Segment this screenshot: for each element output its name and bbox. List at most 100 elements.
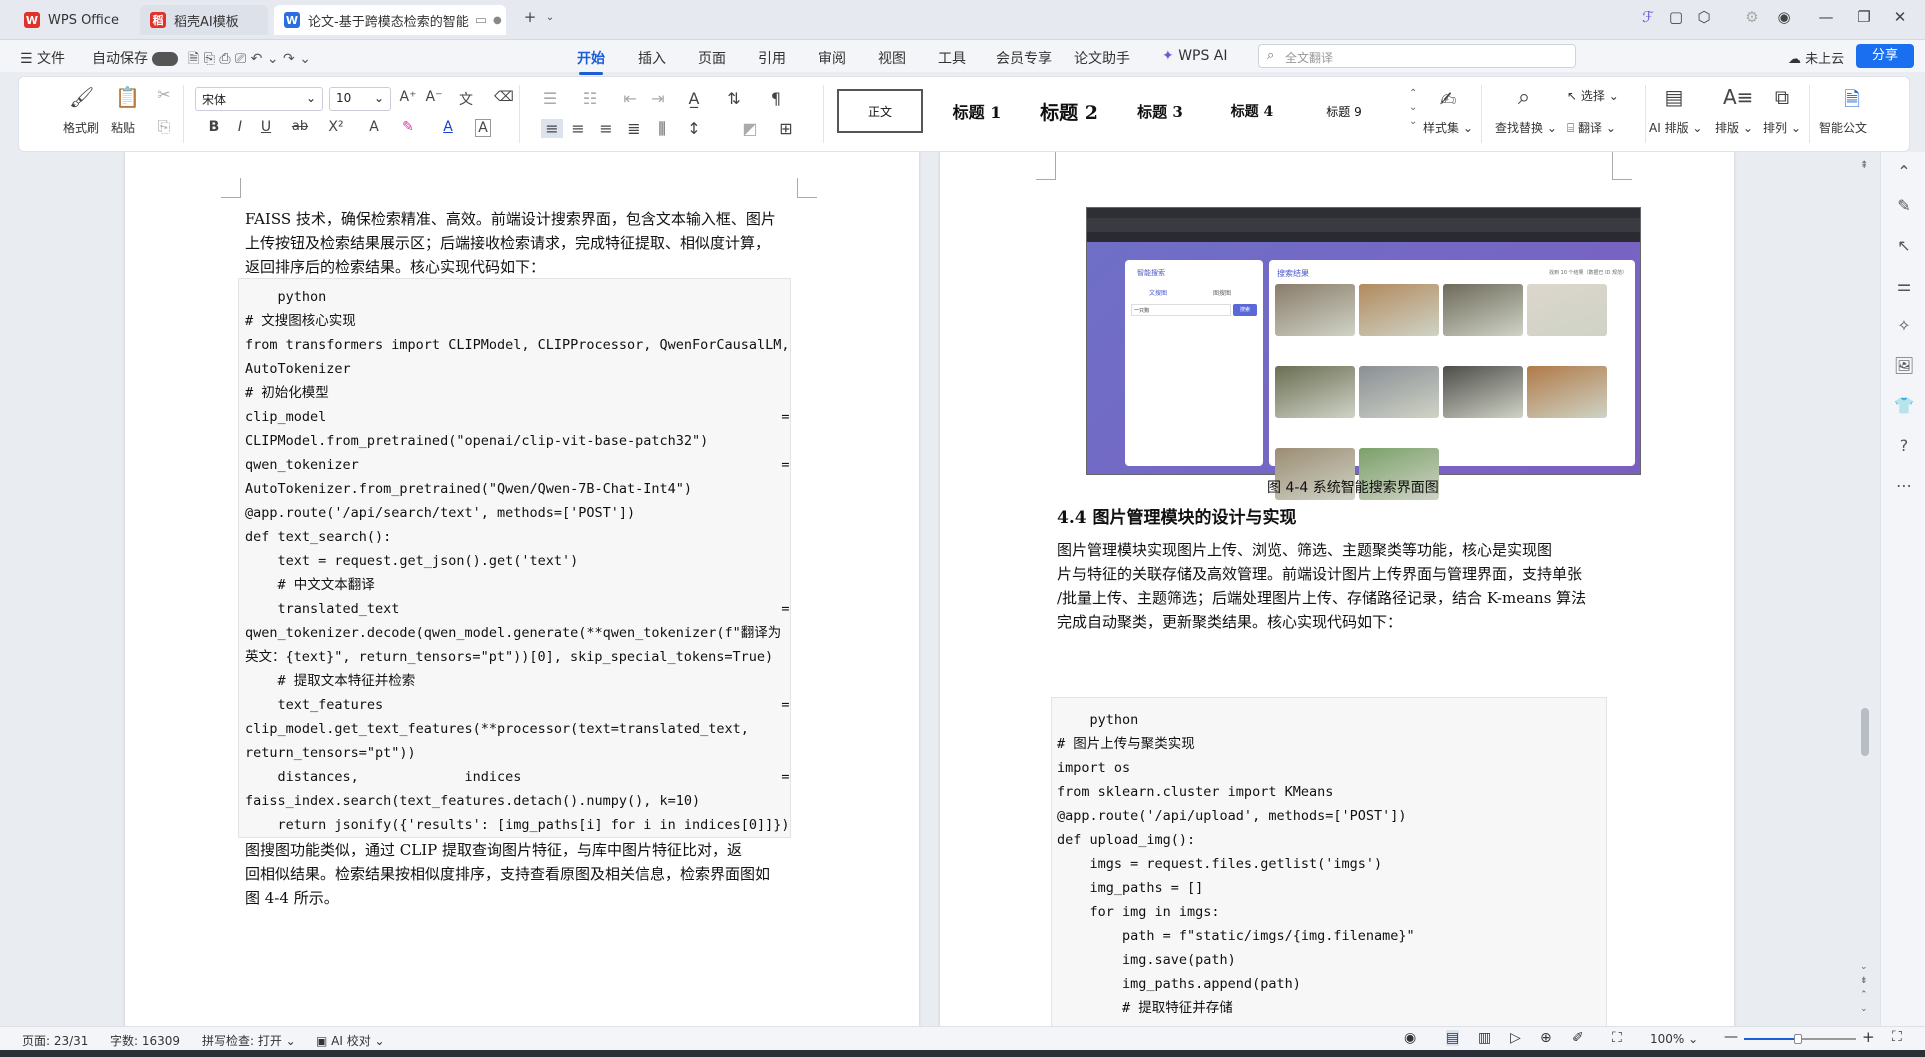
share-button[interactable]: 分享 (1856, 44, 1914, 68)
pointer-icon[interactable]: ↖ (1893, 236, 1915, 255)
style-set-icon[interactable]: ✍ (1437, 87, 1459, 111)
page-view-icon[interactable]: ▤ (1446, 1030, 1460, 1046)
vertical-scrollbar[interactable]: ⇞ ⌄ ⇟ ⌃ ⌄ (1852, 152, 1880, 1026)
menu-review[interactable]: 审阅 (818, 48, 846, 68)
word-count[interactable]: 字数: 16309 (110, 1032, 180, 1049)
bullet-list-icon[interactable]: ☰ (539, 89, 561, 108)
scroll-up-icon[interactable]: ⇞ (1860, 160, 1868, 171)
menu-page[interactable]: 页面 (698, 48, 726, 68)
find-icon[interactable]: ⌕ (1513, 85, 1535, 110)
justify-icon[interactable]: ≣ (623, 119, 645, 138)
layout-icon[interactable]: A≡ (1723, 85, 1753, 109)
cut-icon[interactable]: ✂ (153, 85, 175, 104)
find-replace-button[interactable]: 查找替换 ⌄ (1495, 119, 1557, 136)
style-set-button[interactable]: 样式集 ⌄ (1423, 119, 1473, 136)
style-heading9[interactable]: 标题 9 (1305, 89, 1383, 133)
line-spacing-icon[interactable]: ↕ (683, 119, 705, 138)
zoom-in-icon[interactable]: + (1862, 1028, 1875, 1046)
text-effect-icon[interactable]: A (363, 119, 385, 135)
minimize-icon[interactable]: — (1814, 8, 1838, 26)
font-size-select[interactable]: 10 ⌄ (329, 87, 391, 111)
shading-icon[interactable]: ◩ (739, 119, 761, 138)
cube-icon[interactable]: ⬡ (1692, 8, 1716, 26)
align-left-icon[interactable]: ≡ (541, 119, 563, 138)
quick-access-icons[interactable]: 🗎 ⎘ ⎙ ⎚ ↶ ⌄ ↷ ⌄ (188, 48, 311, 72)
align-right-icon[interactable]: ≡ (595, 119, 617, 138)
unsaved-dot-icon[interactable]: ● (493, 15, 502, 26)
distribute-icon[interactable]: ⫼ (651, 119, 673, 139)
shirt-icon[interactable]: 👕 (1893, 396, 1915, 415)
window-icon[interactable]: ▢ (1664, 8, 1688, 26)
magic-icon[interactable]: ✧ (1893, 316, 1915, 335)
play-icon[interactable]: ▷ (1510, 1030, 1521, 1046)
style-heading4[interactable]: 标题 4 (1213, 89, 1291, 133)
tab-wps-office[interactable]: W WPS Office (14, 5, 136, 35)
show-marks-icon[interactable]: ¶ (765, 89, 787, 108)
menu-view[interactable]: 视图 (878, 48, 906, 68)
figure-screenshot[interactable]: 智能搜索 文搜图 图搜图 一只狗 搜索 搜索结果 找到 10 个结果（数据已 I… (1086, 207, 1641, 500)
copy-icon[interactable]: ⎘ (153, 117, 175, 137)
style-heading1[interactable]: 标题 1 (937, 89, 1017, 133)
collapse-icon[interactable]: ⌃ (1893, 162, 1915, 181)
tab-docer[interactable]: 稻 稻壳AI模板 (140, 5, 268, 35)
ai-proofread[interactable]: ▣ AI 校对 ⌄ (316, 1032, 385, 1049)
grow-font-icon[interactable]: A⁺ (397, 89, 419, 105)
select-button[interactable]: ↖ 选择 ⌄ (1567, 87, 1619, 104)
layout-button[interactable]: 排版 ⌄ (1715, 119, 1753, 136)
document-area[interactable]: FAISS 技术，确保检索精准、高效。前端设计搜索界面，包含文本输入框、图片 上… (0, 152, 1880, 1026)
phonetic-icon[interactable]: 文 (455, 89, 477, 109)
menu-thesis-assistant[interactable]: 论文助手 (1074, 48, 1130, 68)
image-icon[interactable]: 🖼 (1893, 356, 1915, 375)
search-box[interactable]: ⌕ 全文翻译 (1258, 44, 1576, 68)
paste-icon[interactable]: 📋 (115, 85, 140, 109)
arrange-icon[interactable]: ⧉ (1771, 85, 1793, 109)
bold-icon[interactable]: B (203, 119, 225, 135)
outdent-icon[interactable]: ⇤ (619, 89, 641, 108)
tab-document[interactable]: W 论文-基于跨模态检索的智能 ▭ ● (274, 5, 506, 35)
outline-view-icon[interactable]: ▥ (1478, 1030, 1491, 1046)
style-heading2[interactable]: 标题 2 (1027, 89, 1111, 133)
ai-layout-button[interactable]: AI 排版 ⌄ (1649, 119, 1702, 136)
spell-check[interactable]: 拼写检查: 打开 ⌄ (202, 1032, 296, 1049)
menu-member[interactable]: 会员专享 (996, 48, 1052, 68)
smart-doc-icon[interactable]: 🗎 (1841, 85, 1863, 119)
menu-file[interactable]: ☰ 文件 (20, 48, 65, 68)
superscript-icon[interactable]: X² (325, 119, 347, 135)
menu-insert[interactable]: 插入 (638, 48, 666, 68)
menu-home[interactable]: 开始 (577, 48, 605, 75)
ai-layout-icon[interactable]: ▤ (1663, 85, 1685, 109)
zoom-slider-thumb[interactable] (1794, 1034, 1802, 1044)
arrange-button[interactable]: 排列 ⌄ (1763, 119, 1801, 136)
font-color-icon[interactable]: A (437, 119, 459, 135)
zoom-level[interactable]: 100% ⌄ (1650, 1032, 1698, 1046)
format-painter-icon[interactable]: 🖌 (69, 85, 94, 109)
fullscreen-icon[interactable]: ⛶ (1892, 1029, 1902, 1045)
web-view-icon[interactable]: ⊕ (1540, 1030, 1552, 1046)
page-count[interactable]: 页面: 23/31 (22, 1032, 88, 1049)
zoom-slider[interactable] (1744, 1034, 1856, 1044)
scroll-thumb[interactable] (1861, 708, 1869, 756)
eye-icon[interactable]: ◉ (1404, 1030, 1416, 1046)
font-name-select[interactable]: 宋体 ⌄ (195, 87, 323, 111)
indent-icon[interactable]: ⇥ (647, 89, 669, 108)
char-border-icon[interactable]: A (475, 119, 491, 137)
underline-icon[interactable]: U (255, 119, 277, 135)
strikethrough-icon[interactable]: ab (289, 119, 311, 134)
pen-view-icon[interactable]: ✐ (1572, 1030, 1584, 1046)
text-direction-icon[interactable]: A̲ (683, 89, 705, 108)
toggle-switch[interactable] (152, 52, 179, 66)
adjust-icon[interactable]: ⚌ (1893, 276, 1915, 295)
menu-wps-ai[interactable]: ✦ WPS AI (1162, 48, 1228, 64)
format-painter-button[interactable]: 格式刷 (63, 119, 99, 136)
autosave-toggle[interactable]: 自动保存 (92, 48, 179, 68)
settings-icon[interactable]: ⚙ (1740, 8, 1764, 26)
italic-icon[interactable]: I (229, 119, 251, 135)
menu-reference[interactable]: 引用 (758, 48, 786, 68)
zoom-out-icon[interactable]: — (1724, 1029, 1738, 1045)
ai-icon[interactable]: ℱ (1636, 8, 1660, 26)
close-icon[interactable]: ✕ (1888, 8, 1912, 26)
numbered-list-icon[interactable]: ☷ (579, 89, 601, 108)
restore-icon[interactable]: ❐ (1852, 8, 1876, 26)
shrink-font-icon[interactable]: A⁻ (423, 89, 445, 105)
smart-doc-button[interactable]: 智能公文 (1819, 119, 1867, 136)
